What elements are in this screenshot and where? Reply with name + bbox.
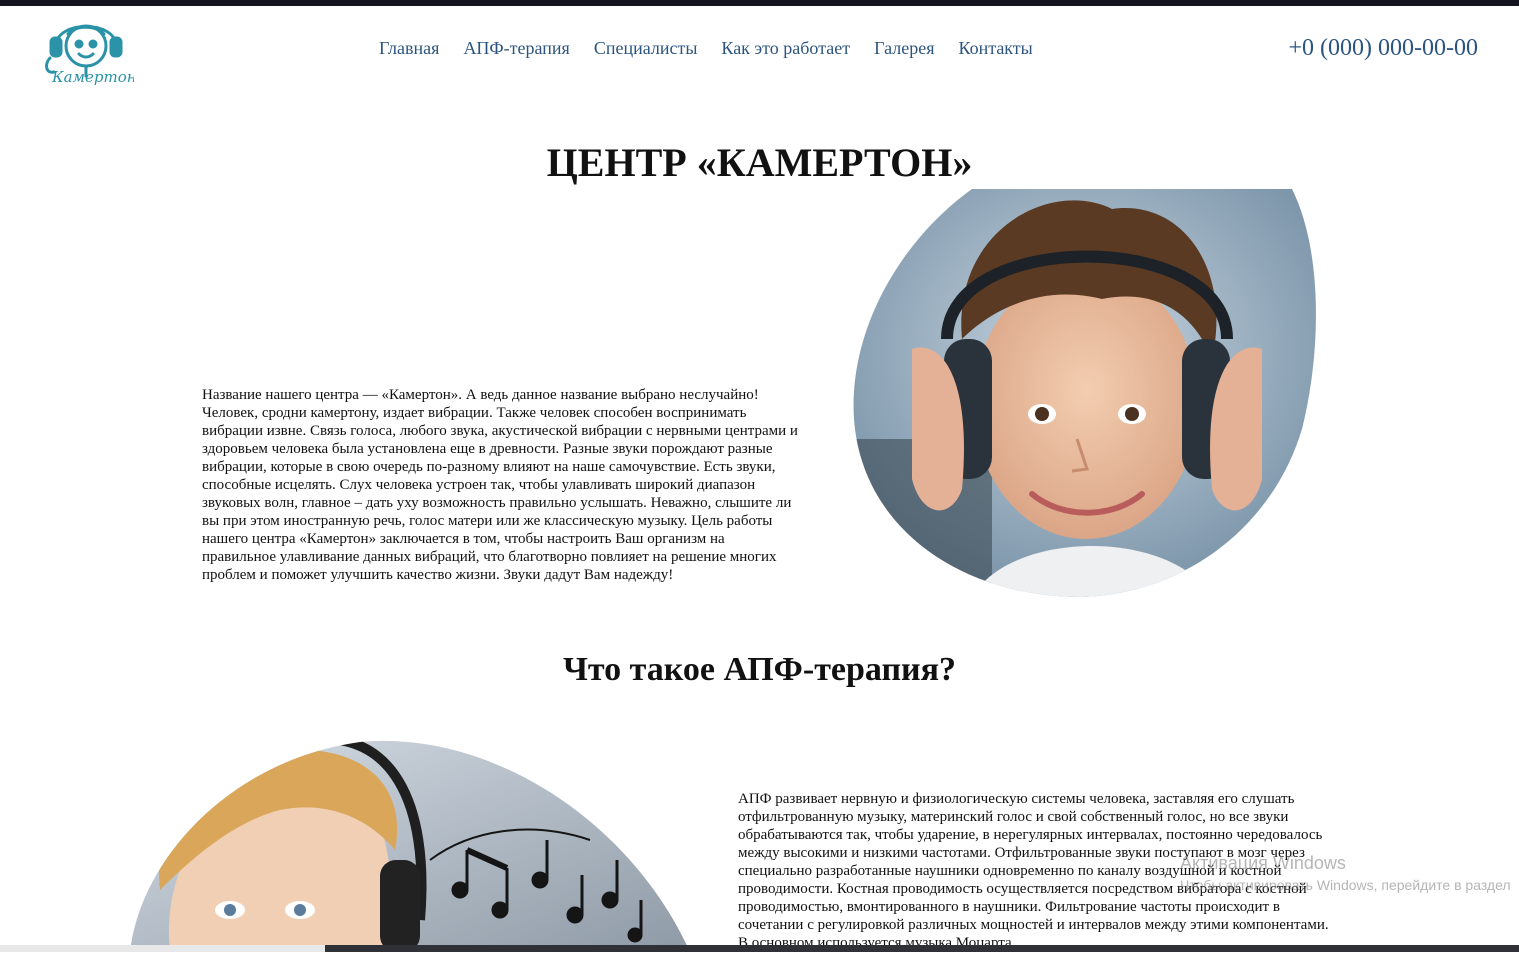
windows-activation-subtitle: Чтобы активировать Windows, перейдите в … bbox=[1180, 877, 1511, 893]
nav-apf-therapy[interactable]: АПФ-терапия bbox=[463, 36, 569, 60]
child-with-headphones-and-notes-image bbox=[130, 740, 690, 952]
svg-text:Камертон: Камертон bbox=[51, 68, 134, 86]
boy-with-headphones-image bbox=[852, 189, 1316, 597]
intro-paragraph: Название нашего центра — «Камертон». А в… bbox=[202, 387, 798, 583]
bottom-strip-light bbox=[0, 945, 325, 952]
phone-number[interactable]: +0 (000) 000-00-00 bbox=[1288, 32, 1478, 64]
windows-activation-title: Активация Windows bbox=[1180, 853, 1346, 873]
main-nav: Главная АПФ-терапия Специалисты Как это … bbox=[379, 36, 1033, 60]
section-title-apf: Что такое АПФ-терапия? bbox=[562, 651, 957, 688]
nav-how-it-works[interactable]: Как это работает bbox=[721, 36, 850, 60]
site-logo[interactable]: Камертон bbox=[38, 8, 137, 90]
nav-home[interactable]: Главная bbox=[379, 36, 439, 60]
logo-headphones-face-icon: Камертон bbox=[45, 24, 137, 86]
bottom-taskbar-edge bbox=[0, 945, 1519, 952]
top-dark-strip bbox=[0, 0, 1519, 6]
nav-gallery[interactable]: Галерея bbox=[874, 36, 934, 60]
nav-contacts[interactable]: Контакты bbox=[958, 36, 1032, 60]
page-title: ЦЕНТР «КАМЕРТОН» bbox=[546, 140, 973, 185]
nav-specialists[interactable]: Специалисты bbox=[594, 36, 698, 60]
